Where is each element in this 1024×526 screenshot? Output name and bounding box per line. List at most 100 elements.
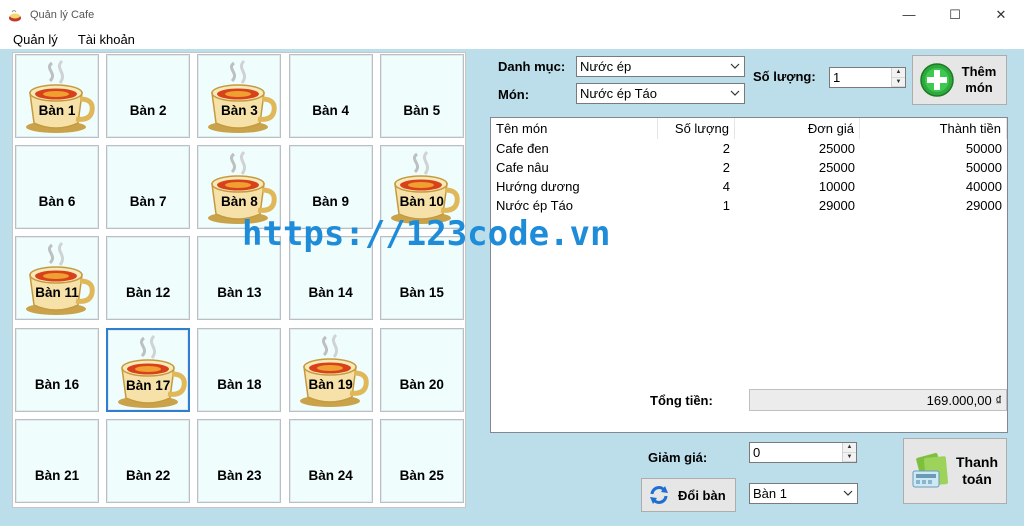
total-value: 169.000,00 ₫: [926, 392, 1002, 408]
table-2-button[interactable]: Bàn 2: [106, 54, 191, 138]
table-16-button[interactable]: Bàn 16: [15, 327, 99, 412]
bill-list-header: Tên món Số lượng Đơn giá Thành tiền: [491, 118, 1007, 139]
category-select[interactable]: Nước ép: [576, 56, 745, 77]
unit-price-cell: 25000: [818, 160, 855, 175]
table-label: Bàn 22: [126, 467, 171, 483]
table-label: Bàn 15: [399, 285, 444, 301]
discount-stepper[interactable]: 0 ▲ ▼: [749, 442, 857, 463]
quantity-stepper[interactable]: 1 ▲ ▼: [829, 67, 906, 88]
category-value: Nước ép: [580, 59, 632, 74]
bill-list[interactable]: Tên món Số lượng Đơn giá Thành tiền Cafe…: [490, 117, 1008, 433]
table-7-button[interactable]: Bàn 7: [106, 145, 191, 230]
add-item-button[interactable]: Thêm món: [912, 55, 1007, 105]
table-3-button[interactable]: Bàn 3: [197, 54, 282, 138]
item-name-cell: Cafe nâu: [496, 160, 549, 175]
table-row[interactable]: Nước ép Táo 1 29000 29000: [491, 196, 1007, 215]
category-label: Danh mục:: [498, 59, 566, 74]
quantity-value: 1: [833, 70, 841, 85]
table-label: Bàn 21: [34, 467, 80, 483]
table-4-button[interactable]: Bàn 4: [288, 54, 373, 138]
table-label: Bàn 23: [217, 467, 262, 483]
table-18-button[interactable]: Bàn 18: [197, 327, 282, 412]
menu-item-manage[interactable]: Quản lý: [6, 32, 65, 47]
table-19-button[interactable]: Bàn 19: [288, 327, 373, 412]
pay-button[interactable]: Thanh toán: [903, 438, 1007, 504]
title-bar: Quản lý Cafe — ☐ ✕: [0, 0, 1024, 29]
table-23-button[interactable]: Bàn 23: [197, 418, 282, 503]
table-label: Bàn 12: [126, 285, 171, 301]
table-20-button[interactable]: Bàn 20: [379, 327, 464, 412]
item-select[interactable]: Nước ép Táo: [576, 83, 745, 104]
switch-table-value: Bàn 1: [753, 486, 787, 501]
table-5-button[interactable]: Bàn 5: [379, 54, 464, 138]
col-header-total[interactable]: Thành tiền: [860, 118, 1007, 139]
total-value-field: 169.000,00 ₫: [749, 389, 1007, 411]
pay-label: Thanh toán: [956, 454, 998, 487]
switch-table-label: Đổi bàn: [678, 487, 726, 503]
table-24-button[interactable]: Bàn 24: [288, 418, 373, 503]
refresh-icon: [650, 486, 668, 504]
item-name-cell: Nước ép Táo: [496, 198, 573, 213]
table-label: Bàn 19: [308, 376, 353, 392]
col-header-qty[interactable]: Số lượng: [658, 118, 735, 139]
table-label: Bàn 24: [308, 467, 353, 483]
table-21-button[interactable]: Bàn 21: [15, 418, 99, 503]
stepper-up-icon[interactable]: ▲: [892, 68, 905, 78]
app-icon: [9, 9, 21, 21]
table-6-button[interactable]: Bàn 6: [15, 145, 99, 230]
window-title: Quản lý Cafe: [30, 8, 95, 21]
coffee-cup-icon: [208, 59, 278, 133]
unit-price-cell: 25000: [818, 141, 855, 156]
table-row[interactable]: Hướng dương 4 10000 40000: [491, 177, 1007, 196]
stepper-up-icon[interactable]: ▲: [843, 443, 856, 453]
table-17-button[interactable]: Bàn 17: [106, 327, 191, 412]
close-button[interactable]: ✕: [978, 0, 1024, 29]
quantity-cell: 2: [722, 160, 730, 175]
table-label: Bàn 8: [221, 194, 258, 210]
table-label: Bàn 5: [403, 103, 441, 118]
table-label: Bàn 11: [35, 285, 79, 301]
payment-icon: [912, 453, 949, 488]
add-item-label: Thêm món: [961, 64, 997, 95]
table-22-button[interactable]: Bàn 22: [106, 418, 191, 503]
item-label: Món:: [498, 87, 530, 102]
table-12-button[interactable]: Bàn 12: [106, 236, 191, 321]
coffee-cup-icon: [118, 334, 187, 408]
menu-bar: Quản lý Tài khoản: [0, 29, 1024, 49]
table-label: Bàn 25: [399, 467, 444, 483]
col-header-price[interactable]: Đơn giá: [735, 118, 860, 139]
quantity-cell: 4: [722, 179, 730, 194]
watermark-text: https://123code.vn: [242, 214, 611, 254]
col-header-name[interactable]: Tên món: [491, 118, 658, 139]
quantity-label: Số lượng:: [753, 69, 816, 84]
switch-table-select[interactable]: Bàn 1: [749, 483, 858, 504]
table-label: Bàn 7: [129, 194, 167, 210]
maximize-button[interactable]: ☐: [932, 0, 978, 29]
table-label: Bàn 2: [129, 103, 167, 118]
switch-table-button[interactable]: Đổi bàn: [641, 478, 736, 512]
table-label: Bàn 14: [308, 285, 353, 301]
minimize-button[interactable]: —: [886, 0, 932, 29]
tables-panel: Bàn 1 Bàn 2 Bàn 3 Bàn 4 Bàn 5 Bàn 6 Bàn 7 Bàn…: [12, 52, 466, 508]
quantity-cell: 2: [722, 141, 730, 156]
menu-item-account[interactable]: Tài khoản: [71, 32, 142, 47]
amount-cell: 50000: [965, 141, 1002, 156]
table-25-button[interactable]: Bàn 25: [379, 418, 464, 503]
table-11-button[interactable]: Bàn 11: [15, 236, 99, 321]
table-label: Bàn 3: [221, 103, 258, 118]
stepper-down-icon[interactable]: ▼: [892, 77, 905, 87]
stepper-down-icon[interactable]: ▼: [843, 452, 856, 462]
discount-label: Giảm giá:: [648, 450, 708, 465]
table-row[interactable]: Cafe nâu 2 25000 50000: [491, 158, 1007, 177]
chevron-down-icon: [730, 63, 740, 69]
chevron-down-icon: [730, 90, 740, 96]
table-1-button[interactable]: Bàn 1: [15, 54, 99, 138]
table-label: Bàn 17: [126, 377, 171, 393]
client-area: Bàn 1 Bàn 2 Bàn 3 Bàn 4 Bàn 5 Bàn 6 Bàn 7 Bàn…: [0, 49, 1024, 526]
table-row[interactable]: Cafe đen 2 25000 50000: [491, 139, 1007, 158]
table-label: Bàn 6: [38, 194, 76, 210]
chevron-down-icon: [843, 490, 853, 496]
table-label: Bàn 1: [38, 103, 76, 118]
table-label: Bàn 20: [399, 376, 444, 392]
table-label: Bàn 9: [312, 194, 349, 210]
